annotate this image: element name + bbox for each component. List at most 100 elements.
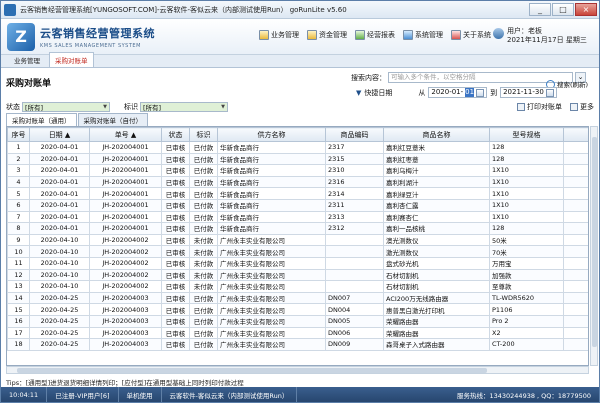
table-cell: 未付款 bbox=[189, 268, 218, 282]
column-header[interactable]: 序号 bbox=[7, 127, 30, 142]
table-cell: 华新食品商行 bbox=[217, 198, 326, 212]
table-cell: 12 bbox=[7, 268, 30, 282]
close-button[interactable]: × bbox=[575, 3, 597, 16]
statement-grid: 序号 日期 ▲ 单号 ▲ 状态 标识 供方名称 商品编码 商品名称 型号规格 单… bbox=[6, 126, 589, 366]
table-cell: JH-202004002 bbox=[89, 280, 162, 293]
table-row[interactable]: 16 2020-04-25 JH-202004003 已审核 已付款 广州永丰实业有限公司… bbox=[7, 314, 588, 328]
calendar-icon[interactable] bbox=[545, 88, 554, 97]
nav-reports[interactable]: 经营报表 bbox=[355, 30, 395, 40]
column-header[interactable]: 商品编码 bbox=[325, 127, 384, 142]
table-row[interactable]: 10 2020-04-10 JH-202004002 已审核 未付款 广州永丰实业有限公司… bbox=[7, 245, 588, 258]
status-select[interactable]: [所有] ▼ bbox=[22, 102, 110, 112]
vertical-scrollbar[interactable] bbox=[590, 126, 598, 366]
tab-purchase-statement[interactable]: 采购对账单 bbox=[49, 52, 94, 67]
status-time: 10:04:11 bbox=[1, 387, 48, 402]
table-row[interactable]: 4 2020-04-01 JH-202004001 已审核 已付款 华新食品商行 2316 嘉… bbox=[7, 175, 588, 189]
status-label: 状态 bbox=[6, 103, 20, 111]
table-row[interactable]: 7 2020-04-01 JH-202004001 已审核 已付款 华新食品商行 2313 嘉… bbox=[7, 210, 588, 224]
table-cell: DN005 bbox=[325, 314, 384, 328]
table-cell bbox=[325, 268, 384, 282]
table-cell: 13 bbox=[7, 280, 30, 293]
nav-funds[interactable]: 资金管理 bbox=[307, 30, 347, 40]
table-cell: 16 bbox=[7, 314, 30, 328]
print-button[interactable]: 打印对账单 bbox=[517, 102, 562, 112]
table-row[interactable]: 9 2020-04-10 JH-202004002 已审核 未付款 广州永丰实业有限公司 澳… bbox=[7, 233, 588, 247]
table-cell: ACI200万无线路由器 bbox=[383, 291, 490, 305]
table-row[interactable]: 12 2020-04-10 JH-202004002 已审核 未付款 广州永丰实业有限公司… bbox=[7, 268, 588, 282]
table-row[interactable]: 15 2020-04-25 JH-202004003 已审核 已付款 广州永丰实业有限公司… bbox=[7, 303, 588, 316]
quick-date-button[interactable]: 快捷日期 bbox=[364, 88, 392, 98]
table-cell: CT-200 bbox=[489, 338, 564, 351]
table-cell: 17 bbox=[7, 326, 30, 340]
table-row[interactable]: 5 2020-04-01 JH-202004001 已审核 已付款 华新食品商行 2314 嘉… bbox=[7, 187, 588, 200]
table-cell: DN007 bbox=[325, 291, 384, 305]
table-row[interactable]: 2 2020-04-01 JH-202004001 已审核 已付款 华新食品商行 2315 嘉… bbox=[7, 152, 588, 166]
table-cell: JH-202004002 bbox=[89, 256, 162, 270]
table-cell: 激光测数仪 bbox=[383, 245, 490, 258]
more-button[interactable]: 更多 bbox=[570, 102, 594, 112]
minimize-button[interactable]: _ bbox=[529, 3, 551, 16]
table-row[interactable]: 1 2020-04-01 JH-202004001 已审核 已付款 华新食品商行 2317 嘉… bbox=[7, 141, 588, 154]
report-icon bbox=[355, 30, 365, 40]
table-cell: 已审核 bbox=[161, 141, 190, 154]
table-cell: 2020-04-25 bbox=[29, 314, 90, 328]
table-row[interactable]: 13 2020-04-10 JH-202004002 已审核 未付款 广州永丰实业有限公司… bbox=[7, 280, 588, 293]
chevron-down-icon: ▼ bbox=[103, 104, 107, 110]
nav-about[interactable]: 关于系统 bbox=[451, 30, 491, 40]
window-title: 云客销售经营管理系统[YUNGOSOFT.COM]-云客软件-客似云来（内部测试… bbox=[20, 5, 347, 14]
date-from-day: 01 bbox=[465, 88, 475, 97]
table-cell: 已审核 bbox=[161, 210, 190, 224]
table-cell: JH-202004001 bbox=[89, 175, 162, 189]
table-cell: 已审核 bbox=[161, 233, 190, 247]
column-header[interactable]: 状态 bbox=[161, 127, 190, 142]
horizontal-scrollbar[interactable] bbox=[6, 366, 589, 374]
table-row[interactable]: 11 2020-04-10 JH-202004002 已审核 未付款 广州永丰实业有限公司… bbox=[7, 256, 588, 270]
tab-self-paid[interactable]: 采购对账单（自付） bbox=[77, 113, 148, 126]
column-header[interactable]: 供方名称 bbox=[217, 127, 326, 142]
table-cell: 2313 bbox=[325, 210, 384, 224]
table-cell: JH-202004003 bbox=[89, 314, 162, 328]
table-cell: 2020-04-10 bbox=[29, 233, 90, 247]
info-icon bbox=[451, 30, 461, 40]
date-from-field[interactable]: 2020-01- 01 bbox=[428, 87, 488, 98]
table-cell: 2020-04-01 bbox=[29, 175, 90, 189]
table-cell: 已付款 bbox=[189, 314, 218, 328]
column-header[interactable]: 单号 ▲ bbox=[89, 127, 162, 142]
table-cell: 台 bbox=[563, 291, 588, 305]
table-row[interactable]: 6 2020-04-01 JH-202004001 已审核 已付款 华新食品商行 2311 嘉… bbox=[7, 198, 588, 212]
more-icon bbox=[570, 103, 578, 111]
tab-general[interactable]: 采购对账单（通用） bbox=[6, 113, 77, 126]
table-row[interactable]: 3 2020-04-01 JH-202004001 已审核 已付款 华新食品商行 2310 嘉… bbox=[7, 164, 588, 177]
table-row[interactable]: 8 2020-04-01 JH-202004001 已审核 已付款 华新食品商行 2312 嘉… bbox=[7, 222, 588, 235]
table-cell: 台 bbox=[563, 338, 588, 351]
date-to-field[interactable]: 2021-11-30 bbox=[500, 87, 557, 98]
scroll-thumb[interactable] bbox=[592, 137, 597, 347]
table-cell: 3 bbox=[7, 164, 30, 177]
column-header[interactable]: 商品名称 bbox=[383, 127, 490, 142]
table-cell: 嘉利乌梅汁 bbox=[383, 164, 490, 177]
table-cell: 已审核 bbox=[161, 245, 190, 258]
nav-business[interactable]: 业务管理 bbox=[259, 30, 299, 40]
table-row[interactable]: 14 2020-04-25 JH-202004003 已审核 已付款 广州永丰实业有限公司… bbox=[7, 291, 588, 305]
table-cell: 荣耀路由器 bbox=[383, 314, 490, 328]
calendar-icon[interactable] bbox=[476, 88, 485, 97]
scroll-thumb[interactable] bbox=[17, 368, 487, 373]
table-row[interactable]: 17 2020-04-25 JH-202004003 已审核 已付款 广州永丰实业有限公司… bbox=[7, 326, 588, 340]
maximize-button[interactable]: □ bbox=[552, 3, 574, 16]
table-cell: 5 bbox=[7, 187, 30, 200]
column-header[interactable]: 日期 ▲ bbox=[29, 127, 90, 142]
tab-business[interactable]: 业务管理 bbox=[9, 53, 45, 67]
table-row[interactable]: 18 2020-04-25 JH-202004003 已审核 已付款 广州永丰实业有限公司… bbox=[7, 338, 588, 351]
table-cell: 华新食品商行 bbox=[217, 141, 326, 154]
nav-label: 业务管理 bbox=[271, 31, 299, 39]
table-cell: 70米 bbox=[489, 245, 564, 258]
table-cell: 箱 bbox=[563, 187, 588, 200]
column-header[interactable]: 标识 bbox=[189, 127, 218, 142]
table-cell: 2020-04-25 bbox=[29, 326, 90, 340]
column-header[interactable]: 单位 bbox=[563, 127, 588, 142]
nav-system[interactable]: 系统管理 bbox=[403, 30, 443, 40]
table-cell: 已审核 bbox=[161, 338, 190, 351]
mark-select[interactable]: [所有] ▼ bbox=[140, 102, 228, 112]
table-cell: 广州永丰实业有限公司 bbox=[217, 256, 326, 270]
column-header[interactable]: 型号规格 bbox=[489, 127, 564, 142]
